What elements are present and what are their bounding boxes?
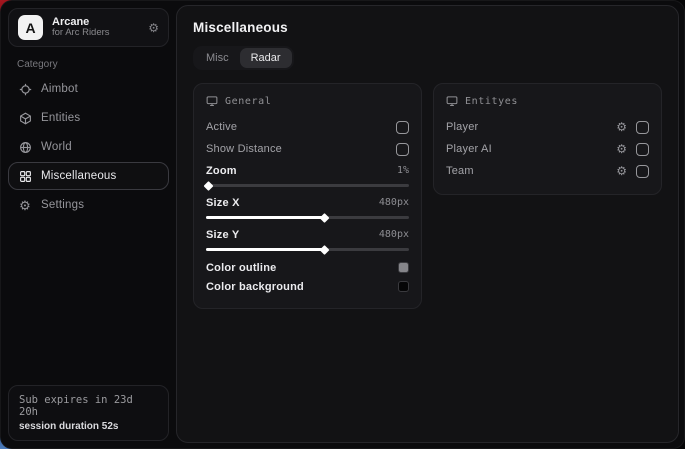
- monitor-icon: [206, 95, 218, 107]
- player-ai-checkbox[interactable]: [636, 143, 649, 156]
- tab-bar: Misc Radar: [193, 46, 294, 70]
- size-x-slider-fill: [206, 216, 324, 219]
- size-y-value: 480px: [379, 229, 409, 240]
- team-label: Team: [446, 165, 616, 177]
- size-x-label: Size X: [206, 197, 240, 209]
- sidebar-item-world[interactable]: World: [8, 133, 169, 161]
- player-ai-row: Player AI ⚙: [446, 138, 649, 160]
- player-ai-settings-gear-icon[interactable]: ⚙: [616, 143, 627, 155]
- color-background-swatch[interactable]: [398, 281, 409, 292]
- sidebar-item-label: Miscellaneous: [41, 170, 116, 182]
- globe-icon: [18, 140, 32, 154]
- app-window: A Arcane for Arc Riders ⚙ Category Aimbo…: [0, 0, 685, 449]
- category-label: Category: [17, 59, 166, 70]
- cube-icon: [18, 111, 32, 125]
- zoom-slider-fill: [206, 184, 208, 187]
- size-x-slider[interactable]: [206, 216, 409, 219]
- tab-misc[interactable]: Misc: [195, 48, 240, 68]
- size-y-slider-fill: [206, 248, 324, 251]
- zoom-slider[interactable]: [206, 184, 409, 187]
- team-row: Team ⚙: [446, 160, 649, 182]
- zoom-value: 1%: [397, 165, 409, 176]
- gear-icon: ⚙: [18, 198, 32, 212]
- size-y-label: Size Y: [206, 229, 239, 241]
- sidebar-item-label: World: [41, 141, 72, 153]
- size-x-slider-block: Size X 480px: [206, 194, 409, 219]
- size-y-slider[interactable]: [206, 248, 409, 251]
- sidebar-item-label: Entities: [41, 112, 80, 124]
- crosshair-icon: [18, 82, 32, 96]
- size-x-value: 480px: [379, 197, 409, 208]
- zoom-slider-block: Zoom 1%: [206, 162, 409, 187]
- panels-row: General Active Show Distance Zoom 1%: [193, 83, 662, 309]
- app-meta: Arcane for Arc Riders: [52, 16, 139, 40]
- app-settings-gear-icon[interactable]: ⚙: [148, 21, 159, 35]
- team-settings-gear-icon[interactable]: ⚙: [616, 165, 627, 177]
- color-outline-swatch[interactable]: [398, 262, 409, 273]
- sidebar-item-miscellaneous[interactable]: Miscellaneous: [8, 162, 169, 190]
- player-row: Player ⚙: [446, 116, 649, 138]
- session-duration-text: session duration 52s: [19, 421, 158, 432]
- tab-radar[interactable]: Radar: [240, 48, 292, 68]
- color-background-label: Color background: [206, 281, 304, 293]
- team-checkbox[interactable]: [636, 165, 649, 178]
- sidebar-item-entities[interactable]: Entities: [8, 104, 169, 132]
- general-panel-header: General: [206, 95, 409, 107]
- main-content: Miscellaneous Misc Radar General Active …: [176, 5, 679, 443]
- show-distance-row: Show Distance: [206, 138, 409, 160]
- size-x-slider-thumb[interactable]: [319, 213, 329, 223]
- player-label: Player: [446, 121, 616, 133]
- app-subtitle: for Arc Riders: [52, 28, 139, 39]
- size-y-slider-thumb[interactable]: [319, 245, 329, 255]
- color-outline-row: Color outline: [206, 258, 409, 277]
- entities-panel-title: Entityes: [465, 96, 518, 107]
- active-row: Active: [206, 116, 409, 138]
- color-outline-label: Color outline: [206, 262, 276, 274]
- general-panel: General Active Show Distance Zoom 1%: [193, 83, 422, 309]
- page-title: Miscellaneous: [193, 20, 662, 35]
- app-card: A Arcane for Arc Riders ⚙: [8, 8, 169, 47]
- sidebar-nav: Aimbot Entities World Miscellaneous: [1, 75, 176, 219]
- color-background-row: Color background: [206, 277, 409, 296]
- sidebar-item-settings[interactable]: ⚙ Settings: [8, 191, 169, 219]
- active-label: Active: [206, 121, 237, 133]
- player-settings-gear-icon[interactable]: ⚙: [616, 121, 627, 133]
- player-ai-label: Player AI: [446, 143, 616, 155]
- size-y-slider-block: Size Y 480px: [206, 226, 409, 251]
- sidebar-item-aimbot[interactable]: Aimbot: [8, 75, 169, 103]
- subscription-card: Sub expires in 23d 20h session duration …: [8, 385, 169, 441]
- show-distance-checkbox[interactable]: [396, 143, 409, 156]
- sidebar-item-label: Aimbot: [41, 83, 78, 95]
- general-panel-title: General: [225, 96, 271, 107]
- grid-icon: [18, 169, 32, 183]
- entities-panel-header: Entityes: [446, 95, 649, 107]
- show-distance-label: Show Distance: [206, 143, 282, 155]
- sidebar-item-label: Settings: [41, 199, 84, 211]
- zoom-slider-thumb[interactable]: [204, 181, 214, 191]
- app-logo: A: [18, 15, 43, 40]
- sub-expires-text: Sub expires in 23d 20h: [19, 394, 158, 418]
- sidebar: A Arcane for Arc Riders ⚙ Category Aimbo…: [1, 1, 176, 448]
- zoom-label: Zoom: [206, 165, 237, 177]
- active-checkbox[interactable]: [396, 121, 409, 134]
- player-checkbox[interactable]: [636, 121, 649, 134]
- entities-panel: Entityes Player ⚙ Player AI ⚙ Team ⚙: [433, 83, 662, 195]
- monitor-icon: [446, 95, 458, 107]
